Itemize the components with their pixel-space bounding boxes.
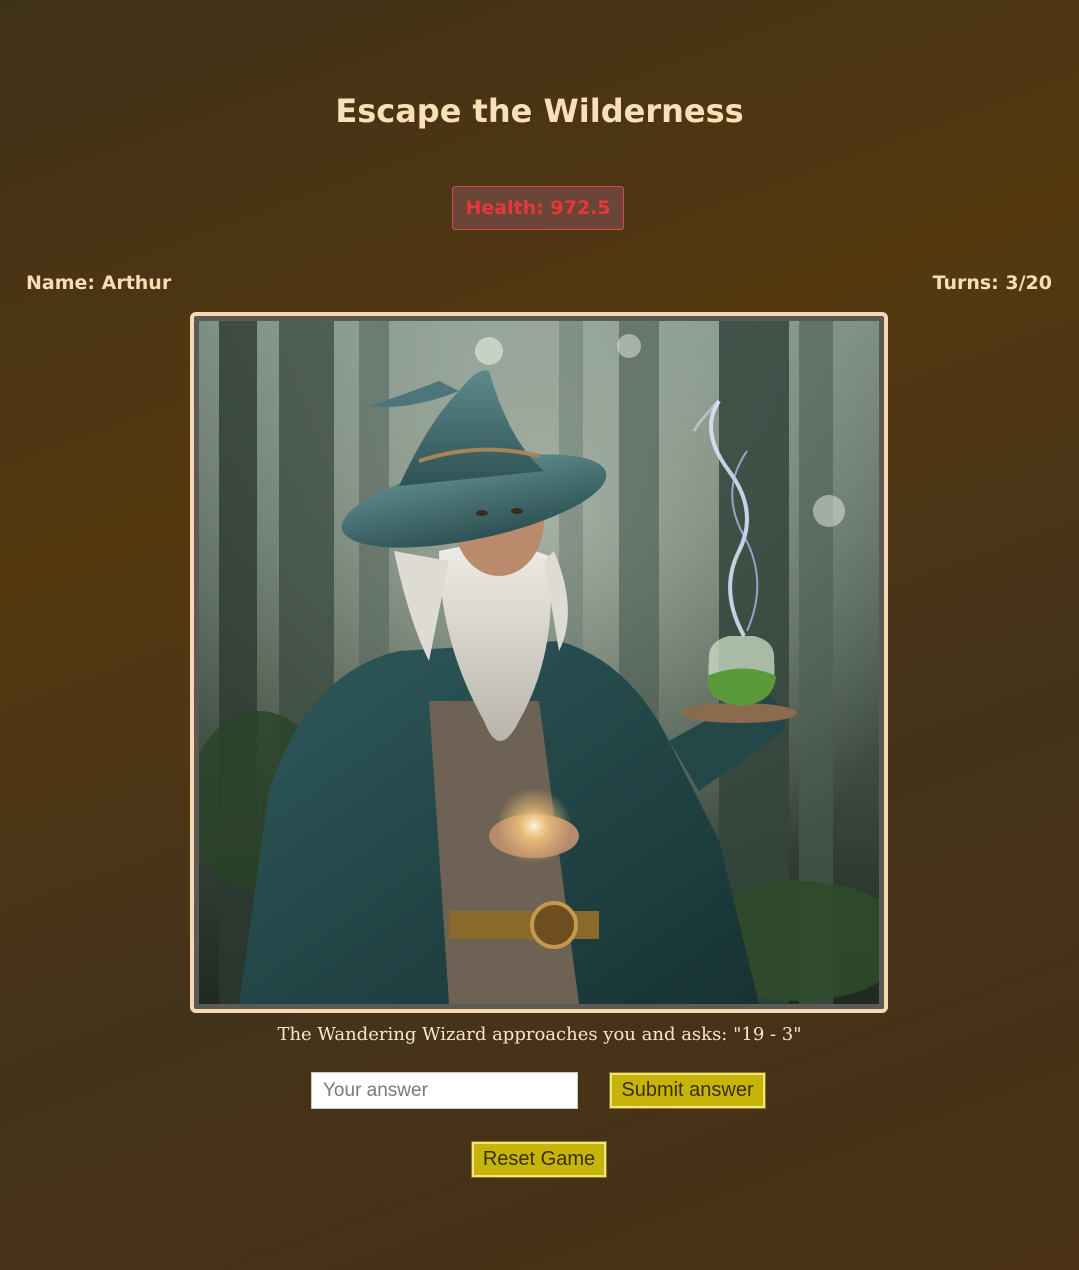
wizard-encounter-image xyxy=(199,321,879,1004)
turns-counter: Turns: 3/20 xyxy=(932,272,1052,294)
encounter-image-frame xyxy=(190,312,888,1013)
player-name: Name: Arthur xyxy=(26,272,172,294)
reset-game-button[interactable]: Reset Game xyxy=(471,1141,607,1178)
answer-input[interactable] xyxy=(311,1072,578,1109)
submit-answer-button[interactable]: Submit answer xyxy=(609,1072,766,1109)
encounter-prompt: The Wandering Wizard approaches you and … xyxy=(277,1024,802,1045)
health-badge: Health: 972.5 xyxy=(452,186,624,230)
game-title: Escape the Wilderness xyxy=(335,92,744,130)
